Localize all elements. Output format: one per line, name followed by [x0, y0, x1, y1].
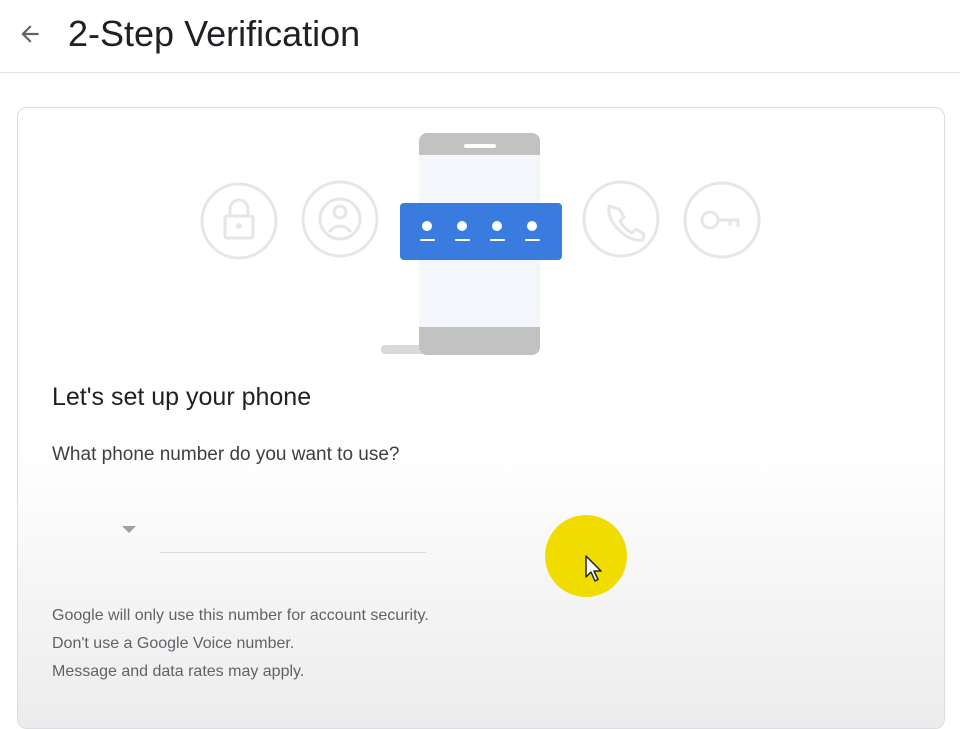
card-background-fade [18, 448, 944, 728]
arrow-left-icon [21, 25, 39, 43]
phone-icon [582, 180, 660, 258]
mouse-pointer-icon [585, 555, 602, 582]
verification-illustration [200, 133, 761, 355]
phone-question: What phone number do you want to use? [52, 444, 400, 465]
page-title: 2-Step Verification [68, 13, 361, 54]
country-code-dropdown[interactable] [114, 518, 144, 542]
voice-number-note: Don't use a Google Voice number. [52, 635, 295, 652]
app-header: 2-Step Verification [0, 0, 960, 73]
phone-number-input[interactable] [160, 518, 426, 553]
back-button[interactable] [12, 16, 48, 52]
setup-title: Let's set up your phone [52, 383, 312, 411]
verification-code-box [400, 203, 562, 260]
setup-card: Let's set up your phone What phone numbe… [17, 107, 945, 729]
caret-down-icon [122, 526, 136, 533]
user-circle-icon [301, 180, 379, 258]
security-note: Google will only use this number for acc… [52, 607, 429, 624]
key-icon [683, 181, 761, 259]
lock-icon [200, 182, 278, 260]
rates-note: Message and data rates may apply. [52, 663, 305, 680]
